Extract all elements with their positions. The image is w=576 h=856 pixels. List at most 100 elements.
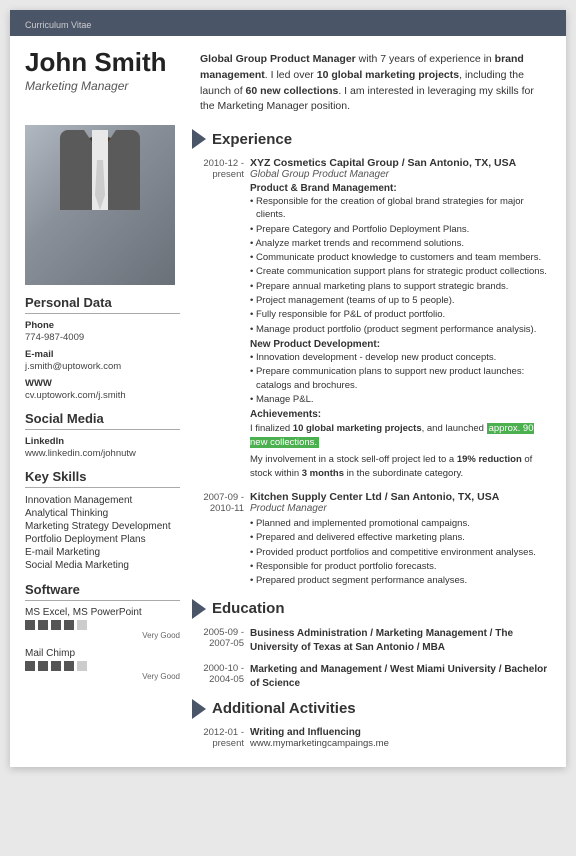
education-section-header: Education	[192, 599, 551, 619]
list-item: Portfolio Deployment Plans	[25, 533, 180, 546]
education-arrow-icon	[192, 599, 206, 619]
activity-entry-1: 2012-01 -present Writing and Influencing…	[192, 727, 551, 749]
act-content: Writing and Influencing www.mymarketingc…	[250, 727, 551, 749]
skill-dot	[25, 661, 35, 671]
skill-label: Very Good	[25, 672, 180, 681]
photo-body-wrap	[50, 130, 150, 210]
name-section: John Smith Marketing Manager Global Grou…	[10, 36, 566, 115]
skill-dot-empty	[77, 661, 87, 671]
skill-dot	[64, 661, 74, 671]
linkedin-label: LinkedIn	[25, 436, 180, 447]
achievement-text-1: I finalized 10 global marketing projects…	[250, 422, 551, 451]
exp-bullet: • Planned and implemented promotional ca…	[250, 517, 551, 530]
skill-dot	[64, 620, 74, 630]
exp-bullet: • Create communication support plans for…	[250, 265, 551, 278]
personal-data-title: Personal Data	[25, 295, 180, 314]
list-item: Social Media Marketing	[25, 559, 180, 572]
exp-bullet: • Project management (teams of up to 5 p…	[250, 294, 551, 307]
exp-bullet: • Manage product portfolio (product segm…	[250, 323, 551, 336]
resume-page: Curriculum Vitae John Smith Marketing Ma…	[10, 10, 566, 767]
exp-bullet: • Prepare communication plans to support…	[250, 365, 551, 392]
exp-subheading: New Product Development:	[250, 339, 551, 350]
software-name: MS Excel, MS PowerPoint	[25, 607, 180, 618]
exp-role: Product Manager	[250, 503, 551, 514]
exp-content: Kitchen Supply Center Ltd / San Antonio,…	[250, 491, 551, 588]
software-title: Software	[25, 582, 180, 601]
skill-dot	[38, 620, 48, 630]
list-item: Innovation Management	[25, 494, 180, 507]
cv-label: Curriculum Vitae	[25, 20, 91, 30]
edu-date: 2000-10 -2004-05	[192, 663, 244, 691]
skill-dot	[38, 661, 48, 671]
skill-bar	[25, 661, 180, 671]
experience-arrow-icon	[192, 129, 206, 149]
right-column: Experience 2010-12 -present XYZ Cosmetic…	[192, 125, 551, 757]
edu-content: Marketing and Management / West Miami Un…	[250, 663, 551, 691]
software-name: Mail Chimp	[25, 648, 180, 659]
exp-role: Global Group Product Manager	[250, 169, 551, 180]
exp-bullet: • Analyze market trends and recommend so…	[250, 237, 551, 250]
experience-entry-1: 2010-12 -present XYZ Cosmetics Capital G…	[192, 157, 551, 481]
skill-bar	[25, 620, 180, 630]
www-value: cv.uptowork.com/j.smith	[25, 390, 180, 401]
achievements-heading: Achievements:	[250, 409, 551, 420]
profile-photo	[25, 125, 175, 285]
skill-dot	[51, 620, 61, 630]
skill-dot	[51, 661, 61, 671]
photo-person	[50, 130, 150, 285]
act-title: Writing and Influencing	[250, 727, 551, 738]
exp-date: 2007-09 -2010-11	[192, 491, 244, 588]
left-column: Personal Data Phone 774-987-4009 E-mail …	[25, 125, 180, 757]
skill-label: Very Good	[25, 631, 180, 640]
exp-bullet: • Communicate product knowledge to custo…	[250, 251, 551, 264]
activities-arrow-icon	[192, 699, 206, 719]
list-item: E-mail Marketing	[25, 546, 180, 559]
exp-bullet: • Innovation development - develop new p…	[250, 351, 551, 364]
edu-content: Business Administration / Marketing Mana…	[250, 627, 551, 655]
edu-degree: Marketing and Management / West Miami Un…	[250, 663, 551, 691]
list-item: Marketing Strategy Development	[25, 520, 180, 533]
exp-bullet: • Responsible for product portfolio fore…	[250, 560, 551, 573]
software-item-excel: MS Excel, MS PowerPoint Very Good	[25, 607, 180, 640]
exp-content: XYZ Cosmetics Capital Group / San Antoni…	[250, 157, 551, 481]
edu-degree: Business Administration / Marketing Mana…	[250, 627, 551, 655]
phone-label: Phone	[25, 320, 180, 331]
skill-dot-empty	[77, 620, 87, 630]
edu-date: 2005-09 -2007-05	[192, 627, 244, 655]
header-bar: Curriculum Vitae	[10, 10, 566, 36]
achievement-text-2: My involvement in a stock sell-off proje…	[250, 453, 551, 482]
act-value: www.mymarketingcampaings.me	[250, 738, 551, 749]
www-label: WWW	[25, 378, 180, 389]
exp-bullet: • Prepare Category and Portfolio Deploym…	[250, 223, 551, 236]
skill-dot	[25, 620, 35, 630]
email-label: E-mail	[25, 349, 180, 360]
act-date: 2012-01 -present	[192, 727, 244, 749]
name-block: John Smith Marketing Manager	[25, 48, 190, 115]
full-name: John Smith	[25, 48, 190, 77]
exp-bullet: • Responsible for the creation of global…	[250, 195, 551, 222]
job-title: Marketing Manager	[25, 79, 190, 93]
exp-company: XYZ Cosmetics Capital Group / San Antoni…	[250, 157, 551, 169]
exp-bullet: • Prepare annual marketing plans to supp…	[250, 280, 551, 293]
education-entry-2: 2000-10 -2004-05 Marketing and Managemen…	[192, 663, 551, 691]
exp-bullet: • Fully responsible for P&L of product p…	[250, 308, 551, 321]
summary-block: Global Group Product Manager with 7 year…	[190, 48, 551, 115]
software-item-mailchimp: Mail Chimp Very Good	[25, 648, 180, 681]
list-item: Analytical Thinking	[25, 507, 180, 520]
experience-entry-2: 2007-09 -2010-11 Kitchen Supply Center L…	[192, 491, 551, 588]
activities-section-header: Additional Activities	[192, 699, 551, 719]
exp-date: 2010-12 -present	[192, 157, 244, 481]
linkedin-value: www.linkedin.com/johnutw	[25, 448, 180, 459]
education-title: Education	[212, 600, 285, 617]
exp-bullet: • Provided product portfolios and compet…	[250, 546, 551, 559]
education-entry-1: 2005-09 -2007-05 Business Administration…	[192, 627, 551, 655]
experience-title: Experience	[212, 131, 292, 148]
social-media-title: Social Media	[25, 411, 180, 430]
activities-title: Additional Activities	[212, 700, 356, 717]
exp-bullet: • Prepared and delivered effective marke…	[250, 531, 551, 544]
exp-bullet: • Manage P&L.	[250, 393, 551, 406]
key-skills-title: Key Skills	[25, 469, 180, 488]
experience-section-header: Experience	[192, 129, 551, 149]
main-layout: Personal Data Phone 774-987-4009 E-mail …	[10, 115, 566, 767]
phone-value: 774-987-4009	[25, 332, 180, 343]
